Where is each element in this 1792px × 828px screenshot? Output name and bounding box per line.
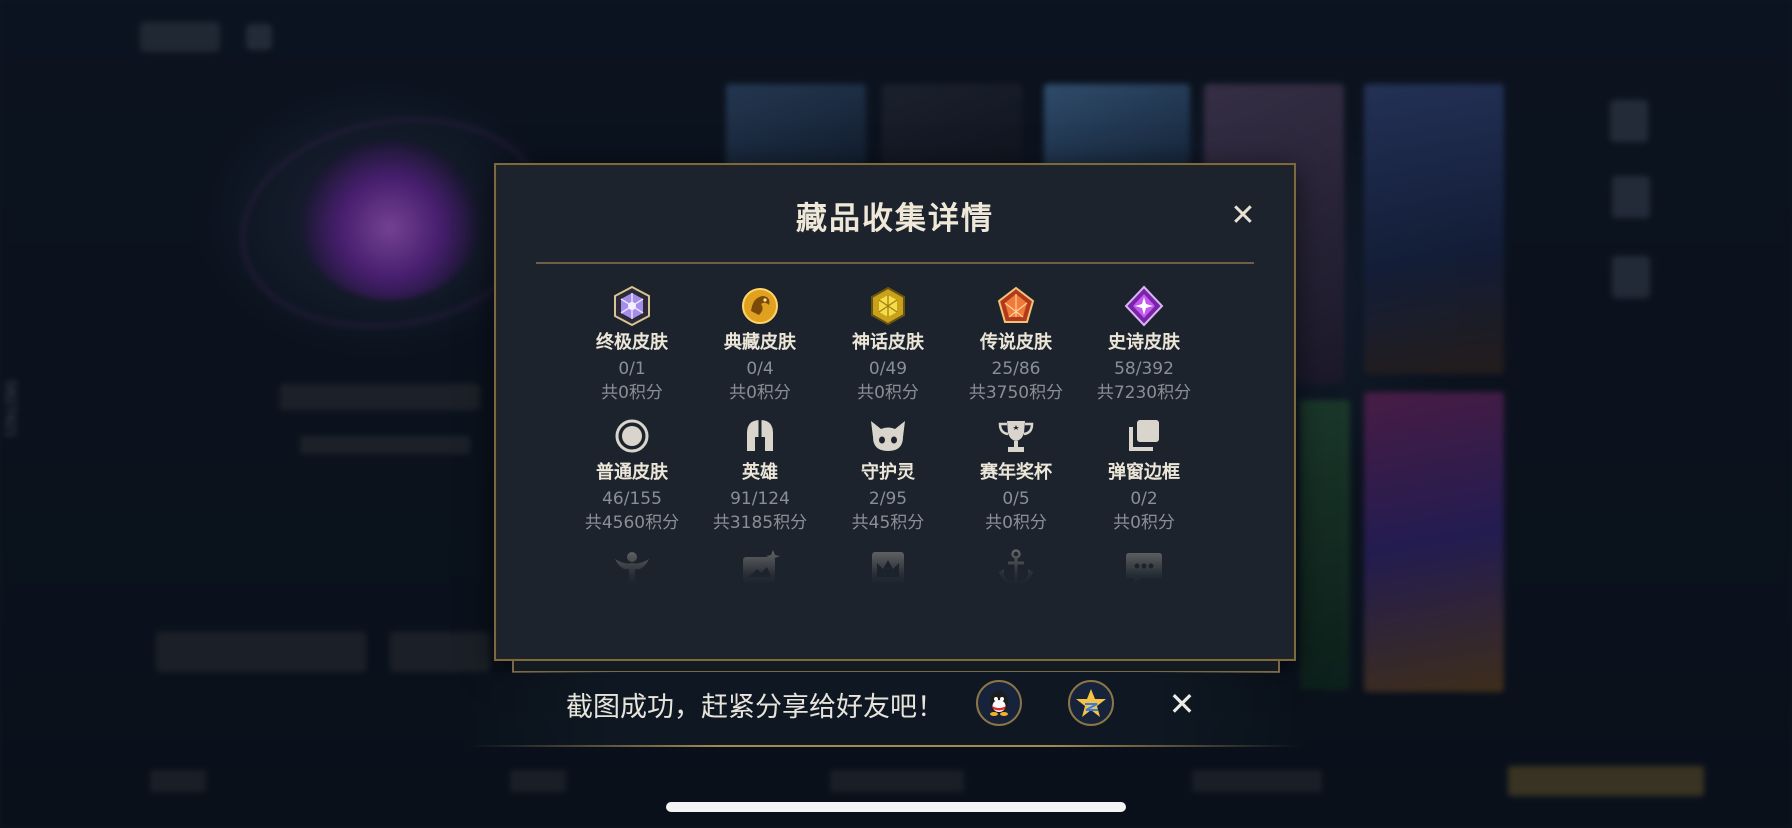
myth-skin-icon	[867, 285, 909, 327]
helmet-icon	[739, 415, 781, 457]
epic-skin-icon	[1123, 285, 1165, 327]
collection-category-item[interactable]: 守卫装扮	[568, 547, 696, 585]
collection-category-item[interactable]: 终极皮肤 0/1 共0积分	[568, 285, 696, 405]
category-name: 普通皮肤	[596, 462, 668, 483]
normal-skin-icon	[611, 415, 653, 457]
category-points: 共0积分	[729, 383, 791, 403]
category-name: 赛年奖杯	[980, 462, 1052, 483]
collection-category-item[interactable]: 典藏皮肤 0/4 共0积分	[696, 285, 824, 405]
collection-details-dialog: 藏品收集详情 ✕ 终极皮肤 0/1 共0积分 典藏皮肤 0/4 共0积分 神话皮肤 0/49 共…	[494, 163, 1296, 661]
category-count: 0/2	[1130, 489, 1158, 509]
share-message: 截图成功，赶紧分享给好友吧！	[566, 692, 944, 723]
category-name: 史诗皮肤	[1108, 332, 1180, 353]
category-name: 英雄	[742, 462, 778, 483]
category-count: 0/4	[746, 359, 774, 379]
collection-category-item[interactable]: 传说皮肤 25/86 共3750积分	[952, 285, 1080, 405]
collection-skin-icon	[739, 285, 781, 327]
category-name: 传说皮肤	[980, 332, 1052, 353]
collection-category-item[interactable]: 普通皮肤 46/155 共4560积分	[568, 415, 696, 535]
category-name: 弹窗边框	[1108, 462, 1180, 483]
category-name: 守护灵	[861, 462, 915, 483]
collection-category-item[interactable]: 弹窗边框 0/2 共0积分	[1080, 415, 1208, 535]
trophy-icon	[995, 415, 1037, 457]
category-points: 共3185积分	[712, 513, 808, 533]
close-icon[interactable]: ✕	[1226, 199, 1260, 233]
colorful-nickname-icon	[867, 547, 909, 585]
category-name: 终极皮肤	[596, 332, 668, 353]
category-count: 0/49	[868, 359, 908, 379]
category-count: 0/5	[1002, 489, 1030, 509]
legend-skin-icon	[995, 285, 1037, 327]
category-count: 25/86	[991, 359, 1041, 379]
category-count: 91/124	[730, 489, 790, 509]
collection-category-item[interactable]: 信息底纹	[696, 547, 824, 585]
category-count: 2/95	[868, 489, 908, 509]
collection-category-item[interactable]: 赛年奖杯 0/5 共0积分	[952, 415, 1080, 535]
info-shading-icon	[739, 547, 781, 585]
category-name: 神话皮肤	[852, 332, 924, 353]
qzone-share-button[interactable]	[1068, 680, 1114, 726]
collection-category-item[interactable]: 歼灭效果	[952, 547, 1080, 585]
guard-outfit-icon	[611, 547, 653, 585]
popup-frame-icon	[1123, 415, 1165, 457]
anchor-icon	[995, 547, 1037, 585]
category-points: 共7230积分	[1096, 383, 1192, 403]
collection-category-item[interactable]: 史诗皮肤 58/392 共7230积分	[1080, 285, 1208, 405]
category-points: 共45积分	[851, 513, 925, 533]
collection-category-item[interactable]: 神话皮肤 0/49 共0积分	[824, 285, 952, 405]
dialog-title: 藏品收集详情	[796, 201, 994, 237]
category-points: 共0积分	[857, 383, 919, 403]
share-bar-underline	[470, 745, 1300, 747]
title-divider	[536, 262, 1254, 264]
collection-grid: 终极皮肤 0/1 共0积分 典藏皮肤 0/4 共0积分 神话皮肤 0/49 共0积分 传说皮肤 25…	[568, 285, 1208, 585]
collection-category-item[interactable]: 守护灵 2/95 共45积分	[824, 415, 952, 535]
category-points: 共4560积分	[584, 513, 680, 533]
qq-share-button[interactable]	[976, 680, 1022, 726]
category-points: 共0积分	[1113, 513, 1175, 533]
category-name: 典藏皮肤	[724, 332, 796, 353]
qzone-icon	[1076, 689, 1106, 717]
category-points: 共3750积分	[968, 383, 1064, 403]
category-points: 共0积分	[601, 383, 663, 403]
ultimate-skin-icon	[611, 285, 653, 327]
collection-category-item[interactable]: 炫彩昵称	[824, 547, 952, 585]
category-count: 46/155	[602, 489, 662, 509]
guardian-spirit-icon	[867, 415, 909, 457]
collection-category-item[interactable]: 聊天气泡	[1080, 547, 1208, 585]
category-count: 58/392	[1114, 359, 1174, 379]
category-points: 共0积分	[985, 513, 1047, 533]
chat-bubble-icon	[1123, 547, 1165, 585]
category-count: 0/1	[618, 359, 646, 379]
qq-icon	[990, 691, 1008, 716]
share-close-icon[interactable]: ✕	[1164, 686, 1200, 722]
home-indicator[interactable]	[666, 802, 1126, 812]
collection-category-item[interactable]: 英雄 91/124 共3185积分	[696, 415, 824, 535]
